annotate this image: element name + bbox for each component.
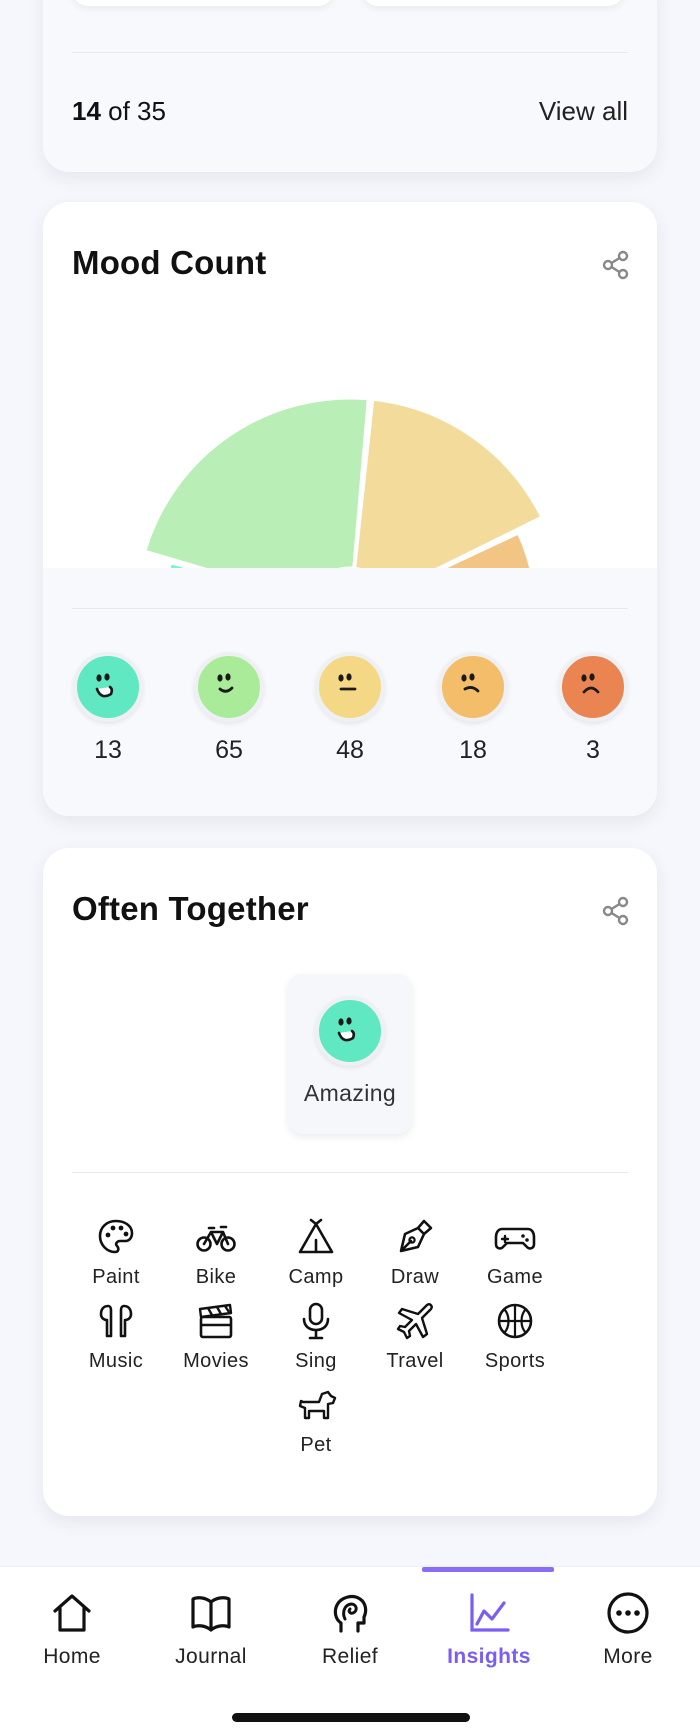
earbuds-icon bbox=[99, 1304, 133, 1338]
tab-relief[interactable]: Relief bbox=[280, 1567, 420, 1669]
bad-face-icon bbox=[438, 652, 508, 722]
tab-home[interactable]: Home bbox=[2, 1567, 142, 1669]
activity-label: Sports bbox=[484, 1350, 546, 1372]
mood-semicircle-chart bbox=[43, 396, 657, 582]
activity-label: Sing bbox=[295, 1350, 337, 1372]
amazing-face-icon bbox=[73, 652, 143, 722]
divider bbox=[72, 1172, 628, 1173]
activity-music[interactable]: Music bbox=[61, 1300, 171, 1373]
divider bbox=[72, 608, 628, 609]
home-indicator bbox=[232, 1713, 470, 1722]
tab-insights[interactable]: Insights bbox=[419, 1567, 559, 1669]
chart-icon bbox=[470, 1593, 510, 1632]
entries-count-total: of 35 bbox=[100, 96, 166, 126]
entries-counter: 14 of 35 bbox=[72, 96, 166, 127]
activity-draw[interactable]: Draw bbox=[360, 1216, 470, 1289]
mood-item-awful[interactable]: 3 bbox=[548, 652, 638, 765]
activity-label: Music bbox=[88, 1350, 144, 1372]
share-icon[interactable] bbox=[601, 250, 631, 280]
mood-count-value: 65 bbox=[215, 736, 243, 764]
good-face-icon bbox=[194, 652, 264, 722]
mood-slice-good bbox=[143, 396, 370, 582]
head-icon bbox=[333, 1594, 368, 1633]
activity-movies[interactable]: Movies bbox=[161, 1300, 271, 1373]
activity-game[interactable]: Game bbox=[460, 1216, 570, 1289]
tent-icon bbox=[298, 1218, 334, 1254]
tab-label: Home bbox=[43, 1645, 101, 1668]
activity-label: Paint bbox=[92, 1266, 140, 1288]
tab-label: Insights bbox=[447, 1645, 531, 1668]
entries-count-current: 14 bbox=[72, 96, 101, 126]
mood-count-value: 13 bbox=[94, 736, 122, 764]
pen-icon bbox=[399, 1219, 433, 1253]
activity-paint[interactable]: Paint bbox=[61, 1216, 171, 1289]
activity-label: Bike bbox=[195, 1266, 237, 1288]
activity-sports[interactable]: Sports bbox=[460, 1300, 570, 1373]
activity-label: Travel bbox=[386, 1350, 444, 1372]
activity-sing[interactable]: Sing bbox=[261, 1300, 371, 1373]
gamepad-icon bbox=[494, 1227, 536, 1250]
mood-count-value: 3 bbox=[586, 736, 600, 764]
book-icon bbox=[191, 1596, 231, 1632]
bike-icon bbox=[196, 1225, 236, 1252]
entries-card: 14 of 35 View all bbox=[43, 0, 657, 172]
activity-bike[interactable]: Bike bbox=[161, 1216, 271, 1289]
activity-pet[interactable]: Pet bbox=[261, 1384, 371, 1457]
share-icon[interactable] bbox=[601, 896, 631, 926]
view-all-link[interactable]: View all bbox=[539, 96, 628, 127]
clapperboard-icon bbox=[198, 1303, 233, 1339]
tab-label: Relief bbox=[321, 1645, 379, 1668]
more-icon bbox=[607, 1592, 649, 1634]
selected-mood-label: Amazing bbox=[303, 1080, 397, 1106]
mood-item-amazing[interactable]: 13 bbox=[63, 652, 153, 765]
tab-label: Journal bbox=[175, 1645, 247, 1668]
activity-label: Draw bbox=[390, 1266, 440, 1288]
dog-icon bbox=[298, 1390, 337, 1420]
activity-label: Camp bbox=[288, 1266, 344, 1288]
activity-travel[interactable]: Travel bbox=[360, 1300, 470, 1373]
mood-item-meh[interactable]: 48 bbox=[305, 652, 395, 765]
home-icon bbox=[53, 1594, 91, 1632]
amazing-face-icon bbox=[315, 996, 385, 1066]
activity-label: Movies bbox=[183, 1350, 249, 1372]
mood-item-bad[interactable]: 18 bbox=[428, 652, 518, 765]
mood-count-title: Mood Count bbox=[72, 244, 267, 281]
mood-count-value: 18 bbox=[459, 736, 487, 764]
entry-thumbnail[interactable] bbox=[72, 0, 334, 6]
tab-label: More bbox=[603, 1645, 653, 1668]
airplane-icon bbox=[396, 1303, 433, 1340]
often-together-title: Often Together bbox=[72, 890, 309, 927]
mood-item-good[interactable]: 65 bbox=[184, 652, 274, 765]
ball-icon bbox=[497, 1303, 533, 1339]
divider bbox=[72, 52, 628, 53]
activity-camp[interactable]: Camp bbox=[261, 1216, 371, 1289]
palette-icon bbox=[98, 1219, 134, 1254]
awful-face-icon bbox=[558, 652, 628, 722]
microphone-icon bbox=[302, 1302, 330, 1340]
activity-label: Pet bbox=[300, 1434, 332, 1456]
meh-face-icon bbox=[315, 652, 385, 722]
activity-label: Game bbox=[486, 1266, 544, 1288]
selected-mood-button[interactable]: Amazing bbox=[288, 974, 412, 1134]
tab-more[interactable]: More bbox=[558, 1567, 698, 1669]
mood-count-value: 48 bbox=[336, 736, 364, 764]
mood-count-card: Mood Count 13 65 48 18 3 bbox=[43, 202, 657, 816]
bottom-tab-bar: Home Journal Relief Insights More bbox=[0, 1566, 700, 1736]
tab-journal[interactable]: Journal bbox=[141, 1567, 281, 1669]
often-together-card: Often Together Amazing Paint Bike Camp Draw… bbox=[43, 848, 657, 1516]
entry-thumbnail[interactable] bbox=[362, 0, 624, 6]
